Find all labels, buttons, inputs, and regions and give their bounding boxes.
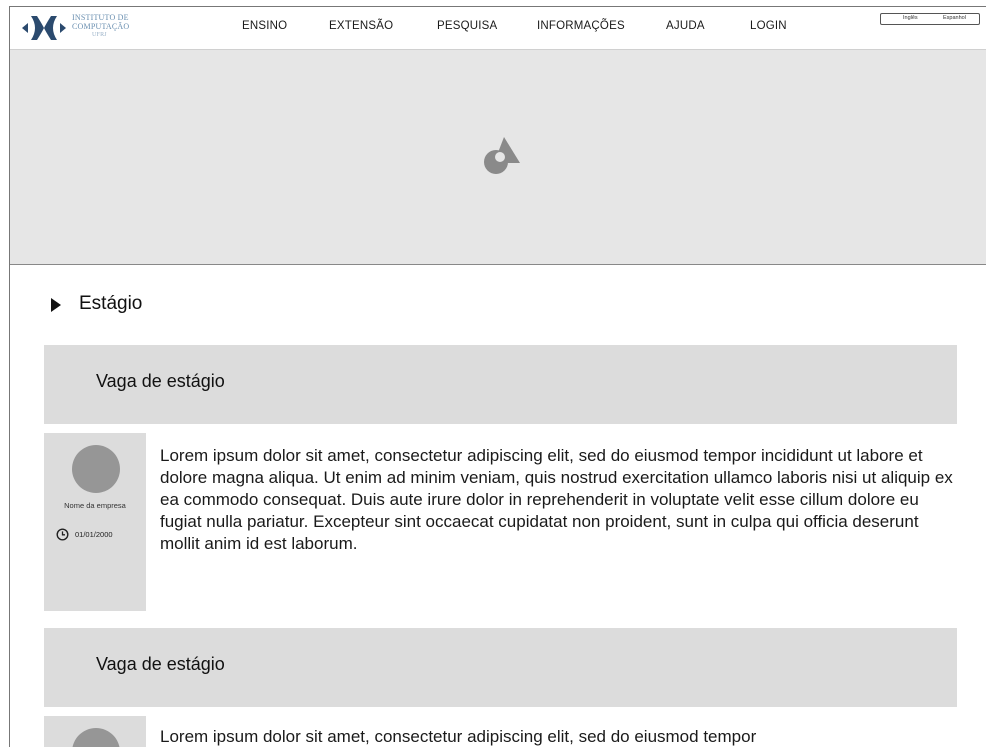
company-avatar bbox=[72, 728, 120, 747]
company-name: Nome da empresa bbox=[64, 501, 126, 510]
logo-line-1: INSTITUTO DE bbox=[72, 13, 129, 22]
job-company-card bbox=[44, 716, 146, 747]
nav-ajuda[interactable]: AJUDA bbox=[666, 20, 705, 32]
job-description: Lorem ipsum dolor sit amet, consectetur … bbox=[160, 727, 757, 746]
image-placeholder-icon bbox=[484, 137, 520, 174]
nav-informacoes[interactable]: INFORMAÇÕES bbox=[537, 20, 625, 32]
nav-extensao[interactable]: EXTENSÃO bbox=[329, 20, 393, 32]
institute-logo-icon bbox=[22, 16, 66, 40]
language-switcher: Inglês Espanhol bbox=[880, 13, 980, 25]
logo-text: INSTITUTO DE COMPUTAÇÃO UFRJ bbox=[72, 13, 129, 40]
lang-espanhol[interactable]: Espanhol bbox=[943, 15, 966, 21]
job-company-card: Nome da empresa 01/01/2000 bbox=[44, 433, 146, 611]
lang-ingles[interactable]: Inglês bbox=[903, 15, 918, 21]
company-avatar bbox=[72, 445, 120, 493]
job-description: Lorem ipsum dolor sit amet, consectetur … bbox=[160, 446, 953, 553]
job-title: Vaga de estágio bbox=[96, 371, 225, 391]
job-date: 01/01/2000 bbox=[75, 530, 113, 539]
logo[interactable]: INSTITUTO DE COMPUTAÇÃO UFRJ bbox=[22, 11, 152, 47]
logo-line-2: COMPUTAÇÃO bbox=[72, 22, 130, 31]
nav-ensino[interactable]: ENSINO bbox=[242, 20, 287, 32]
nav-pesquisa[interactable]: PESQUISA bbox=[437, 20, 497, 32]
caret-right-icon bbox=[51, 298, 61, 312]
job-title: Vaga de estágio bbox=[96, 654, 225, 674]
nav-login[interactable]: LOGIN bbox=[750, 20, 787, 32]
clock-icon bbox=[56, 528, 69, 541]
hero-banner bbox=[10, 50, 986, 265]
logo-sub: UFRJ bbox=[92, 32, 107, 38]
header: INSTITUTO DE COMPUTAÇÃO UFRJ ENSINO EXTE… bbox=[10, 7, 986, 50]
job-title-bar[interactable]: Vaga de estágio bbox=[44, 628, 957, 707]
section-title: Estágio bbox=[79, 293, 143, 314]
job-title-bar[interactable]: Vaga de estágio bbox=[44, 345, 957, 424]
